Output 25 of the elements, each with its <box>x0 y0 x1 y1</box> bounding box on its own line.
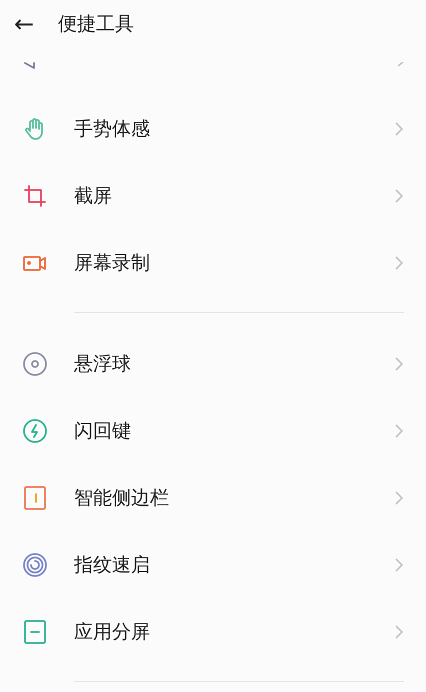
row-label: 智能侧边栏 <box>74 486 170 510</box>
settings-row[interactable]: 屏幕录制 <box>0 229 426 296</box>
row-label: 截屏 <box>74 184 113 208</box>
settings-row[interactable]: 指纹速启 <box>0 531 426 598</box>
settings-row[interactable]: 悬浮球 <box>0 330 426 397</box>
settings-row[interactable]: 手势体感 <box>0 95 426 162</box>
settings-row[interactable]: 闪回键 <box>0 397 426 464</box>
fingerprint-icon <box>22 552 48 578</box>
lightning-icon <box>22 418 48 444</box>
circle-icon <box>22 350 48 376</box>
row-label: 手势体感 <box>74 116 151 142</box>
row-label: 屏幕录制 <box>74 250 151 276</box>
split-screen-icon <box>22 618 48 644</box>
row-label: 闪回键 <box>74 418 132 444</box>
sidebar-icon <box>22 484 48 510</box>
row-label: 应用分屏 <box>74 620 151 644</box>
arrow-icon <box>24 62 36 69</box>
settings-row[interactable]: 智能侧边栏 <box>0 464 426 531</box>
back-button[interactable]: ← <box>12 12 36 36</box>
row-label: 悬浮球 <box>74 352 132 376</box>
row-label: 指纹速启 <box>74 552 151 578</box>
crop-icon <box>22 182 48 208</box>
settings-row[interactable]: 截屏 <box>0 162 426 229</box>
settings-row[interactable]: 应用分屏 <box>0 598 426 665</box>
page-title: 便捷工具 <box>58 12 134 37</box>
